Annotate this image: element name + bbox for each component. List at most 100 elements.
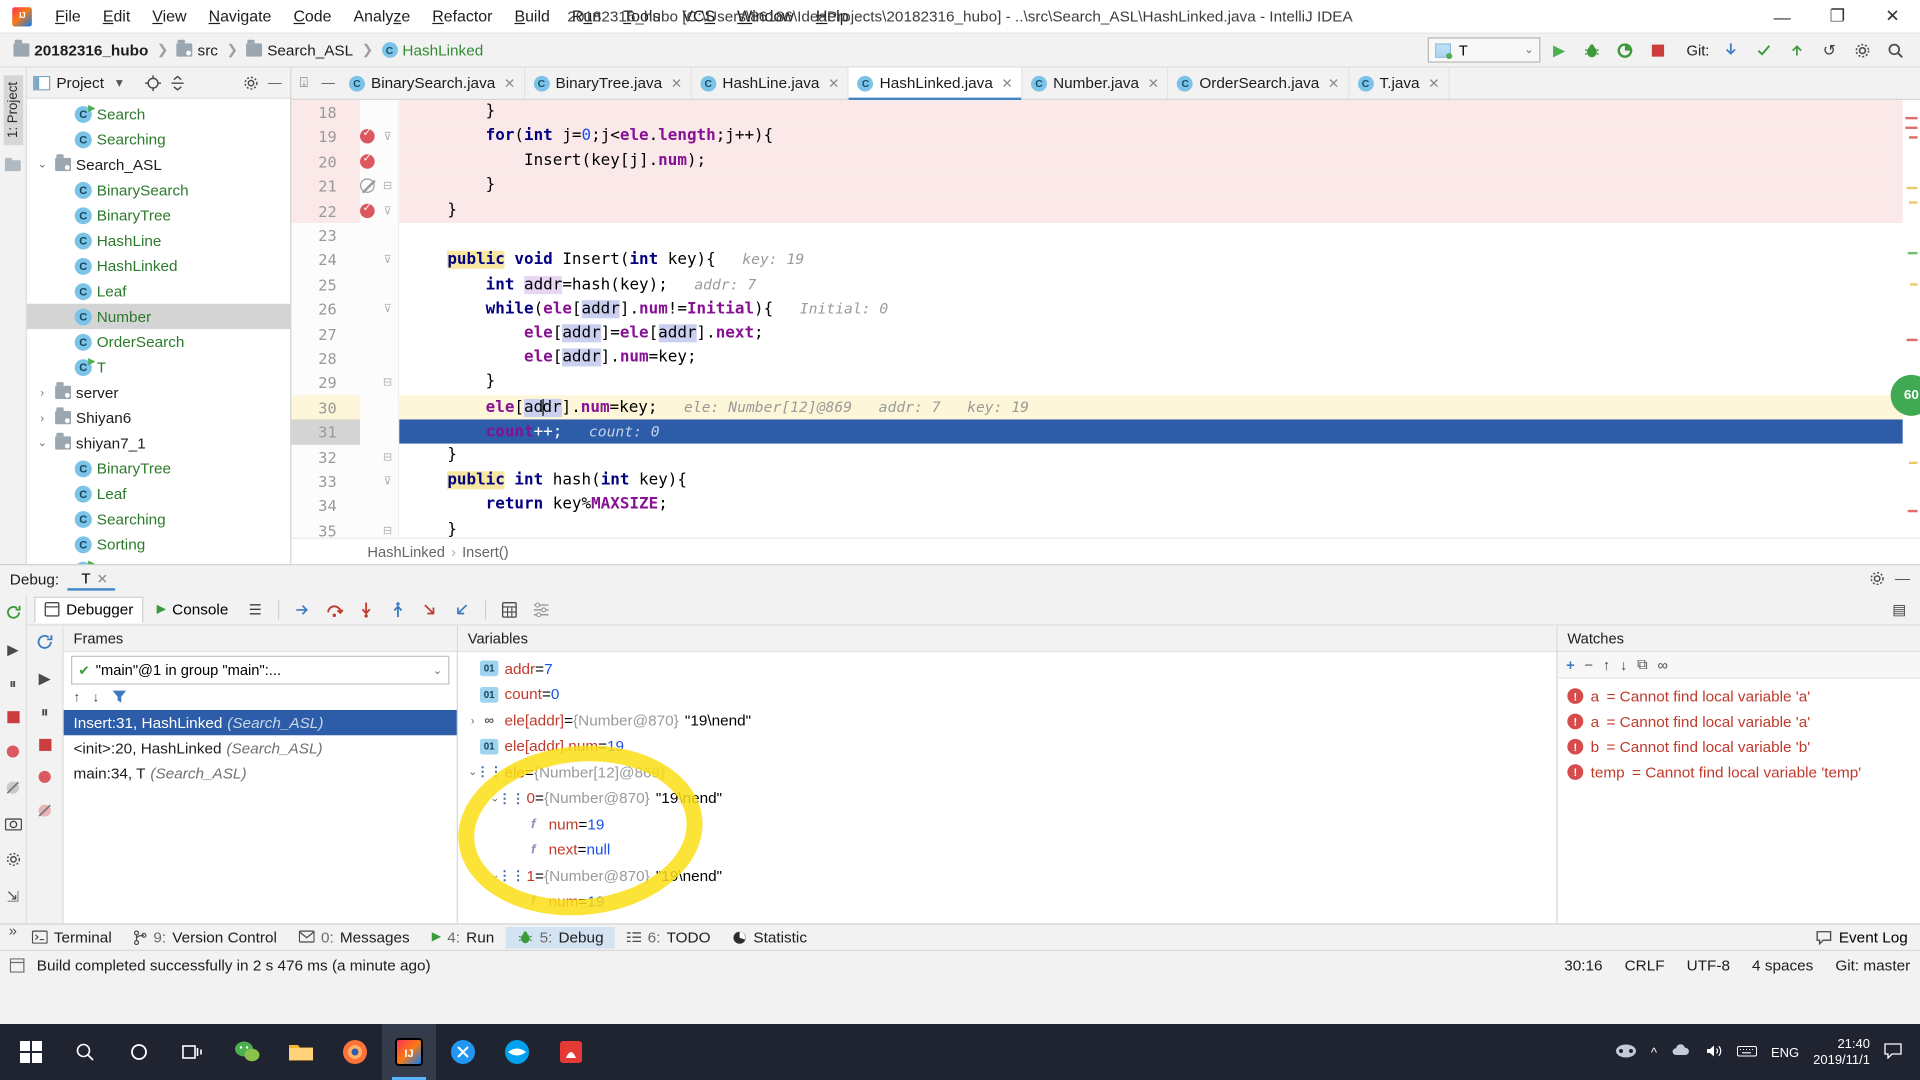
indent-setting[interactable]: 4 spaces <box>1752 956 1813 973</box>
tool-button-messages[interactable]: 0: Messages <box>288 926 421 948</box>
mute-breakpoints-icon[interactable] <box>5 780 21 799</box>
menu-item-refactor[interactable]: Refactor <box>421 2 503 30</box>
project-tree-item[interactable]: C BinarySearch <box>27 177 290 202</box>
watch-row[interactable]: ! a = Cannot find local variable 'a' <box>1558 709 1920 734</box>
code-area[interactable]: } for(int j=0;j<ele.length;j++){ Insert(… <box>399 100 1903 538</box>
close-icon[interactable]: ✕ <box>671 75 682 91</box>
watch-row[interactable]: ! a = Cannot find local variable 'a' <box>1558 683 1920 708</box>
code-line[interactable]: ele[addr].num=key; ele: Number[12]@869 a… <box>399 394 1903 420</box>
code-line[interactable]: } <box>399 518 1903 537</box>
close-button[interactable]: ✕ <box>1865 0 1920 33</box>
vcs-push-button[interactable] <box>1782 37 1811 64</box>
project-tree-item[interactable]: Ctest <box>27 557 290 565</box>
chevron-down-icon[interactable]: ▾ <box>110 74 128 92</box>
move-watch-down-icon[interactable]: ↓ <box>1620 656 1627 673</box>
line-separator[interactable]: CRLF <box>1625 956 1665 973</box>
frame-row[interactable]: <init>:20, HashLinked (Search_ASL) <box>64 735 457 760</box>
code-line[interactable]: return key%MAXSIZE; <box>399 493 1903 518</box>
stop-button[interactable] <box>1644 37 1673 64</box>
resume-program-icon[interactable]: ▶ <box>7 641 18 658</box>
project-tree-item[interactable]: C BinaryTree <box>27 456 290 481</box>
project-tree-item[interactable]: CT <box>27 354 290 379</box>
drop-frame-icon[interactable] <box>449 597 476 621</box>
tray-game-icon[interactable] <box>1615 1042 1637 1063</box>
project-tree-item[interactable]: C Sorting <box>27 532 290 557</box>
close-icon[interactable]: ✕ <box>97 571 108 586</box>
project-tree-item[interactable]: C HashLinked <box>27 253 290 278</box>
collapse-all-icon[interactable] <box>169 74 187 92</box>
menu-item-edit[interactable]: Edit <box>92 2 141 30</box>
close-icon[interactable]: ✕ <box>1001 75 1012 91</box>
project-tree-item[interactable]: ⌄ shiyan7_1 <box>27 430 290 455</box>
debug-settings-gear-icon[interactable] <box>1868 570 1885 590</box>
run-configuration-selector[interactable]: T ⌄ <box>1428 37 1541 63</box>
menu-item-run[interactable]: Run <box>561 2 612 30</box>
vcs-update-button[interactable] <box>1716 37 1745 64</box>
tab-console[interactable]: ▶ Console <box>148 597 237 621</box>
code-fold-icon[interactable]: ⊟ <box>381 450 394 463</box>
variable-row[interactable]: f num = 19 <box>458 889 1556 915</box>
minimize-button[interactable]: — <box>1755 0 1810 33</box>
mute-breakpoints-strip-icon[interactable] <box>37 803 53 822</box>
tool-button-run[interactable]: ▶ 4: Run <box>421 926 506 948</box>
code-fold-icon[interactable]: ⊟ <box>381 524 394 537</box>
frame-row[interactable]: Insert:31, HashLinked (Search_ASL) <box>63 709 457 736</box>
project-tree-item[interactable]: C Leaf <box>27 481 290 506</box>
code-line[interactable]: public int hash(int key){ <box>399 469 1903 494</box>
run-button[interactable]: ▶ <box>1544 37 1573 64</box>
taskbar-app-firefox[interactable] <box>328 1024 382 1080</box>
code-fold-icon[interactable]: ⊽ <box>381 303 394 316</box>
code-line[interactable]: for(int j=0;j<ele.length;j++){ <box>399 124 1903 150</box>
project-tree-item[interactable]: C OrderSearch <box>27 329 290 354</box>
menu-item-file[interactable]: File <box>44 2 92 30</box>
rerun-icon[interactable] <box>4 604 21 624</box>
chevron-down-icon[interactable]: ⌄ <box>34 436 50 449</box>
code-line[interactable]: } <box>399 370 1903 395</box>
search-everywhere-icon[interactable] <box>1881 37 1910 64</box>
tray-chevron-icon[interactable]: ^ <box>1651 1045 1657 1060</box>
variable-row[interactable]: ⌄ ⋮⋮ ele = {Number[12]@869} <box>458 759 1556 785</box>
notification-center-icon[interactable] <box>1884 1042 1902 1062</box>
editor-gutter[interactable]: 18 19 ⊽ 20 21 ⊟ 22 ⊽ 23 24 ⊽ 25 26 ⊽ 27 28 29 ⊟ 30 31 32 ⊟ 33 ⊽… <box>291 100 400 538</box>
frames-up-icon[interactable]: ↑ <box>73 691 80 705</box>
project-tree-item[interactable]: C HashLine <box>27 228 290 253</box>
tray-language-indicator[interactable]: ENG <box>1771 1045 1799 1060</box>
thread-selector[interactable]: ✔ "main"@1 in group "main":... ⌄ <box>71 655 450 685</box>
breadcrumb-src[interactable]: src <box>173 39 222 61</box>
code-fold-icon[interactable]: ⊽ <box>381 475 394 488</box>
stop-icon[interactable] <box>6 710 19 727</box>
frame-row[interactable]: main:34, T (Search_ASL) <box>64 761 457 786</box>
watch-row[interactable]: ! b = Cannot find local variable 'b' <box>1558 734 1920 759</box>
debug-settings-icon[interactable] <box>4 851 21 871</box>
code-line[interactable]: while(ele[addr].num!=Initial){ Initial: … <box>399 297 1903 322</box>
variable-row[interactable]: f num = 19 <box>458 811 1556 837</box>
git-branch[interactable]: Git: master <box>1835 956 1910 973</box>
code-line[interactable]: public void Insert(int key){ key: 19 <box>399 248 1903 273</box>
camera-icon[interactable] <box>4 816 22 834</box>
taskbar-app-browser[interactable] <box>490 1024 544 1080</box>
variable-row[interactable]: › ∞ ele[addr] = {Number@870} "19\nend" <box>458 708 1556 734</box>
menu-item-analyze[interactable]: Analyze <box>343 2 422 30</box>
frames-list[interactable]: Insert:31, HashLinked (Search_ASL) <init>:… <box>63 709 457 786</box>
start-button[interactable] <box>4 1024 58 1080</box>
menu-item-tools[interactable]: Tools <box>612 2 671 30</box>
sidebar-tab-project[interactable]: 1: Project <box>3 74 23 146</box>
breadcrumb-project[interactable]: 20182316_hubo <box>10 39 152 61</box>
editor-tab[interactable]: C BinarySearch.java ✕ <box>340 67 525 99</box>
tool-button-version-control[interactable]: 9: Version Control <box>123 926 288 948</box>
settings-list-icon[interactable] <box>528 597 555 621</box>
taskbar-app-intellij-idea[interactable]: IJ <box>382 1024 436 1080</box>
code-line[interactable]: count++; count: 0 <box>399 419 1903 445</box>
chevron-down-icon[interactable]: ⌄ <box>433 664 442 677</box>
debug-button[interactable] <box>1578 37 1607 64</box>
editor-tab[interactable]: C HashLine.java ✕ <box>692 67 850 99</box>
show-execution-point-icon[interactable] <box>290 597 317 621</box>
menu-item-code[interactable]: Code <box>282 2 342 30</box>
project-tree-item[interactable]: C Searching <box>27 506 290 531</box>
editor-tab[interactable]: C OrderSearch.java ✕ <box>1169 67 1349 99</box>
menu-item-view[interactable]: View <box>141 2 197 30</box>
step-into-icon[interactable] <box>353 597 380 621</box>
variable-row[interactable]: 01 addr = 7 <box>458 656 1556 682</box>
link-watch-icon[interactable]: ∞ <box>1657 656 1667 673</box>
project-tree-item[interactable]: C Search <box>27 101 290 126</box>
